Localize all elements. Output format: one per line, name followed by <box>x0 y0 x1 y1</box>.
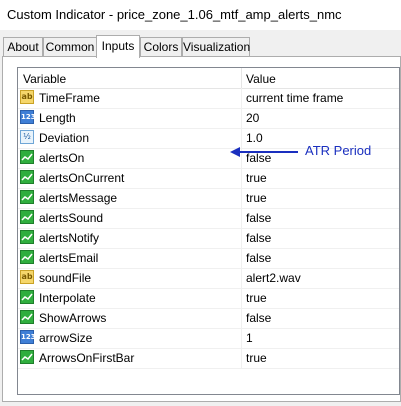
tab-colors[interactable]: Colors <box>140 37 182 56</box>
tab-common[interactable]: Common <box>43 37 97 56</box>
tab-visualization[interactable]: Visualization <box>182 37 250 56</box>
variable-name: ArrowsOnFirstBar <box>39 351 135 365</box>
variable-value[interactable]: current time frame <box>246 91 343 105</box>
column-header-value[interactable]: Value <box>246 72 276 86</box>
tab-strip: About Common Inputs Colors Visualization <box>0 35 401 58</box>
variable-value[interactable]: 1.0 <box>246 131 263 145</box>
bool-icon <box>20 230 34 244</box>
variable-value[interactable]: false <box>246 211 271 225</box>
variable-name: alertsSound <box>39 211 104 225</box>
cell-divider <box>241 328 242 348</box>
inputs-panel: Variable Value ab TimeFrame current time f… <box>2 56 401 402</box>
variable-name: Interpolate <box>39 291 96 305</box>
tab-inputs[interactable]: Inputs <box>96 35 140 58</box>
variable-value[interactable]: true <box>246 191 267 205</box>
ab-string-icon: ab <box>20 270 34 284</box>
table-row[interactable]: ab TimeFrame current time frame <box>18 88 399 109</box>
table-row[interactable]: 123 arrowSize 1 <box>18 328 399 349</box>
cell-divider <box>241 88 242 108</box>
window-title: Custom Indicator - price_zone_1.06_mtf_a… <box>7 7 342 22</box>
variable-name: TimeFrame <box>39 91 100 105</box>
variable-name: Length <box>39 111 76 125</box>
variable-name: soundFile <box>39 271 92 285</box>
variable-name: alertsOnCurrent <box>39 171 125 185</box>
inputs-grid: Variable Value ab TimeFrame current time f… <box>17 67 400 395</box>
bool-icon <box>20 290 34 304</box>
title-bar: Custom Indicator - price_zone_1.06_mtf_a… <box>0 0 401 30</box>
bool-icon <box>20 210 34 224</box>
table-row[interactable]: 123 Length 20 <box>18 108 399 129</box>
table-row[interactable]: ArrowsOnFirstBar true <box>18 348 399 369</box>
table-row[interactable]: alertsEmail false <box>18 248 399 269</box>
variable-name: ShowArrows <box>39 311 107 325</box>
atr-period-annotation: ATR Period <box>230 143 390 160</box>
column-header-variable[interactable]: Variable <box>23 72 66 86</box>
annotation-label: ATR Period <box>305 143 372 158</box>
bool-icon <box>20 170 34 184</box>
cell-divider <box>241 348 242 368</box>
variable-name: alertsOn <box>39 151 85 165</box>
variable-value[interactable]: true <box>246 291 267 305</box>
table-row[interactable]: Interpolate true <box>18 288 399 309</box>
variable-name: alertsMessage <box>39 191 118 205</box>
cell-divider <box>241 228 242 248</box>
bool-icon <box>20 350 34 364</box>
cell-divider <box>241 308 242 328</box>
column-divider[interactable] <box>241 68 242 88</box>
table-row[interactable]: alertsMessage true <box>18 188 399 209</box>
bool-icon <box>20 310 34 324</box>
bool-icon <box>20 150 34 164</box>
cell-divider <box>241 188 242 208</box>
cell-divider <box>241 168 242 188</box>
cell-divider <box>241 268 242 288</box>
123-int-icon: 123 <box>20 110 36 124</box>
cell-divider <box>241 108 242 128</box>
cell-divider <box>241 288 242 308</box>
variable-name: alertsNotify <box>39 231 100 245</box>
variable-value[interactable]: 1 <box>246 331 253 345</box>
variable-value[interactable]: true <box>246 171 267 185</box>
variable-name: alertsEmail <box>39 251 99 265</box>
cell-divider <box>241 208 242 228</box>
variable-value[interactable]: true <box>246 351 267 365</box>
variable-value[interactable]: false <box>246 231 271 245</box>
123-int-icon: 123 <box>20 330 36 344</box>
table-row[interactable]: alertsOnCurrent true <box>18 168 399 189</box>
variable-value[interactable]: alert2.wav <box>246 271 301 285</box>
variable-value[interactable]: false <box>246 311 271 325</box>
annotation-arrow-icon <box>230 147 298 157</box>
variable-name: arrowSize <box>39 331 93 345</box>
variable-name: Deviation <box>39 131 90 145</box>
cell-divider <box>241 248 242 268</box>
table-row[interactable]: alertsNotify false <box>18 228 399 249</box>
table-row[interactable]: ab soundFile alert2.wav <box>18 268 399 289</box>
table-row[interactable]: ShowArrows false <box>18 308 399 329</box>
variable-value[interactable]: 20 <box>246 111 259 125</box>
variable-value[interactable]: false <box>246 251 271 265</box>
ab-string-icon: ab <box>20 90 34 104</box>
bool-icon <box>20 190 34 204</box>
bool-icon <box>20 250 34 264</box>
vd-double-icon: ½ <box>20 130 34 144</box>
grid-header: Variable Value <box>18 68 399 89</box>
table-row[interactable]: alertsSound false <box>18 208 399 229</box>
tab-about[interactable]: About <box>3 37 43 56</box>
